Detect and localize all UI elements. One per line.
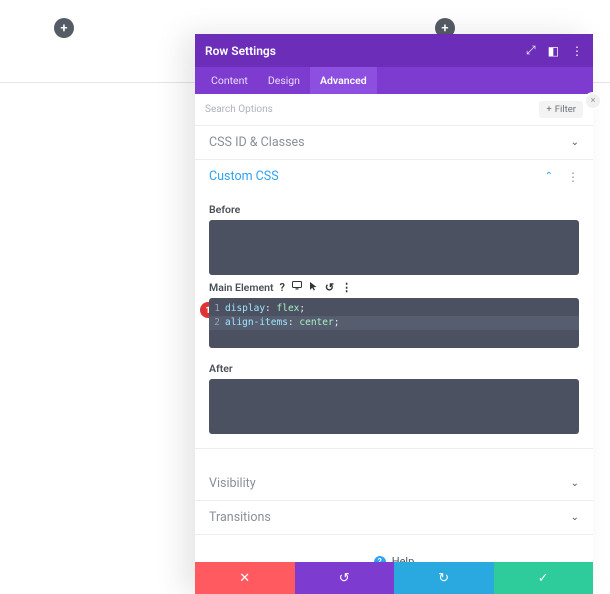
section-title: Transitions <box>209 510 271 525</box>
close-icon[interactable]: × <box>586 94 600 108</box>
css-val: flex <box>277 303 300 314</box>
tab-content[interactable]: Content <box>201 67 258 94</box>
cancel-button[interactable]: ✕ <box>195 562 295 594</box>
modal-header: Row Settings ⤢ ◧ ⋮ <box>195 34 593 67</box>
modal-tabs: Content Design Advanced <box>195 67 593 94</box>
section-custom-css: Custom CSS ⌃ ⋮ Before Main Element ? <box>195 160 593 449</box>
section-toggle-css-id[interactable]: CSS ID & Classes ⌄ <box>195 126 593 159</box>
code-editor-after[interactable] <box>209 379 579 434</box>
css-val: center <box>299 317 333 328</box>
row-settings-modal: Row Settings ⤢ ◧ ⋮ Content Design Advanc… <box>195 34 593 594</box>
search-row: Search Options + Filter <box>195 94 593 126</box>
chevron-down-icon: ⌄ <box>571 137 579 148</box>
chevron-down-icon: ⌄ <box>571 512 579 523</box>
css-prop: align-items <box>225 317 288 328</box>
desktop-icon[interactable] <box>292 281 302 294</box>
modal-title: Row Settings <box>205 44 276 58</box>
section-toggle-custom-css[interactable]: Custom CSS ⌃ ⋮ <box>195 160 593 193</box>
section-toggle-transitions[interactable]: Transitions ⌄ <box>195 501 593 534</box>
tab-advanced[interactable]: Advanced <box>310 67 377 94</box>
chevron-down-icon: ⌄ <box>571 478 579 489</box>
search-input[interactable]: Search Options <box>205 104 273 115</box>
field-menu-icon[interactable]: ⋮ <box>341 281 352 294</box>
line-number: 1 <box>209 302 225 316</box>
field-label-main: Main Element ? ↺ ⋮ <box>209 281 579 294</box>
expand-icon[interactable]: ⤢ <box>526 43 536 58</box>
reset-icon[interactable]: ↺ <box>325 281 334 294</box>
help-link[interactable]: ? Help <box>374 555 415 562</box>
field-label-after: After <box>209 362 579 375</box>
save-button[interactable]: ✓ <box>494 562 594 594</box>
add-section-button-left[interactable]: + <box>54 18 74 38</box>
code-editor-before[interactable] <box>209 220 579 275</box>
main-element-label: Main Element <box>209 281 274 294</box>
plus-icon: + <box>546 104 551 115</box>
filter-label: Filter <box>555 104 576 115</box>
header-menu-icon[interactable]: ⋮ <box>571 44 583 58</box>
undo-button[interactable]: ↺ <box>295 562 395 594</box>
snap-icon[interactable]: ◧ <box>548 44 559 58</box>
section-menu-icon[interactable]: ⋮ <box>567 170 579 184</box>
section-visibility: Visibility ⌄ <box>195 467 593 501</box>
modal-footer: ✕ ↺ ↻ ✓ <box>195 562 593 594</box>
line-number: 2 <box>209 316 225 330</box>
code-editor-main[interactable]: 1 display: flex; 2 align-items: center; <box>209 298 579 348</box>
section-title: Custom CSS <box>209 169 279 184</box>
help-label: Help <box>392 555 415 562</box>
chevron-up-icon: ⌃ <box>545 171 553 182</box>
section-toggle-visibility[interactable]: Visibility ⌄ <box>195 467 593 500</box>
field-label-before: Before <box>209 203 579 216</box>
section-css-id-classes: CSS ID & Classes ⌄ <box>195 126 593 160</box>
css-prop: display <box>225 303 265 314</box>
help-icon[interactable]: ? <box>280 281 285 294</box>
tab-design[interactable]: Design <box>258 67 310 94</box>
redo-button[interactable]: ↻ <box>394 562 494 594</box>
section-title: Visibility <box>209 476 256 491</box>
filter-button[interactable]: + Filter <box>539 101 583 118</box>
section-title: CSS ID & Classes <box>209 135 305 150</box>
section-transitions: Transitions ⌄ <box>195 501 593 535</box>
hover-icon[interactable] <box>309 281 318 294</box>
